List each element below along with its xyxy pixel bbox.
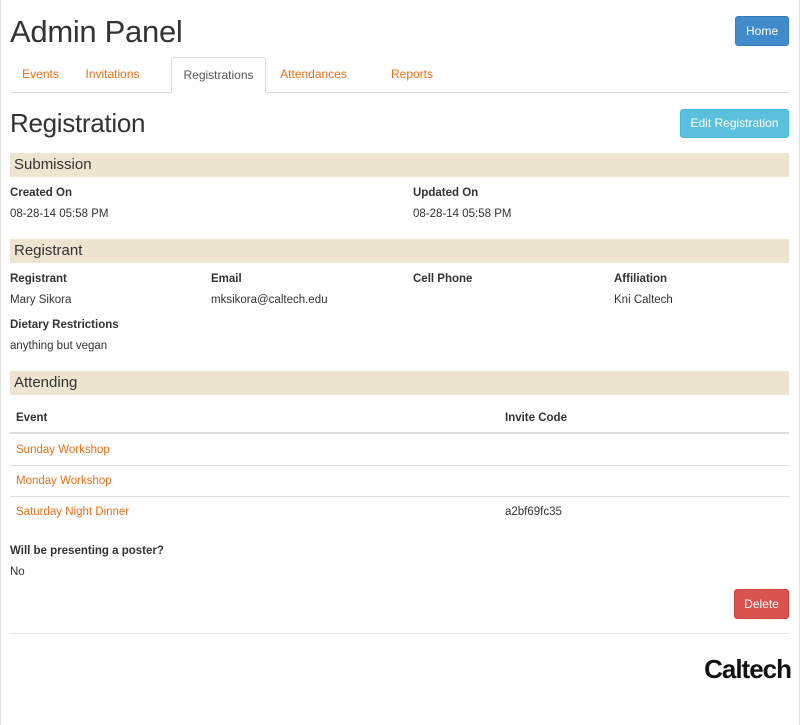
edit-registration-button[interactable]: Edit Registration — [680, 109, 789, 138]
invite-code-column-header: Invite Code — [505, 412, 567, 424]
page-title: Admin Panel — [10, 14, 183, 49]
affiliation-value: Kni Caltech — [614, 294, 673, 306]
tab-attendances[interactable]: Attendances — [270, 57, 357, 93]
nav-tabs: Events Invitations Registrations Attenda… — [10, 57, 789, 93]
dietary-label: Dietary Restrictions — [10, 319, 119, 331]
invite-code: a2bf69fc35 — [505, 506, 562, 518]
caltech-logo: Caltech — [704, 654, 792, 684]
event-link[interactable]: Monday Workshop — [16, 475, 112, 487]
registrant-name-label: Registrant — [10, 273, 67, 285]
event-column-header: Event — [16, 412, 48, 424]
table-row: Sunday Workshop — [10, 435, 789, 466]
created-on-label: Created On — [10, 187, 72, 199]
tab-invitations[interactable]: Invitations — [72, 57, 153, 93]
email-label: Email — [211, 273, 242, 285]
table-row: Monday Workshop — [10, 466, 789, 497]
delete-button[interactable]: Delete — [734, 589, 789, 619]
registrant-name-value: Mary Sikora — [10, 294, 72, 306]
poster-value: No — [10, 566, 25, 578]
poster-label: Will be presenting a poster? — [10, 545, 164, 557]
footer-divider — [10, 633, 789, 634]
tab-reports[interactable]: Reports — [378, 57, 446, 93]
attending-header: Attending — [10, 371, 789, 395]
event-link[interactable]: Saturday Night Dinner — [16, 506, 129, 518]
registrant-header: Registrant — [10, 239, 789, 263]
event-link[interactable]: Sunday Workshop — [16, 444, 110, 456]
tab-events[interactable]: Events — [10, 57, 71, 93]
updated-on-value: 08-28-14 05:58 PM — [413, 208, 512, 220]
email-value: mksikora@caltech.edu — [211, 294, 328, 306]
updated-on-label: Updated On — [413, 187, 479, 199]
created-on-value: 08-28-14 05:58 PM — [10, 208, 109, 220]
cell-phone-label: Cell Phone — [413, 273, 473, 285]
affiliation-label: Affiliation — [614, 273, 668, 285]
home-button[interactable]: Home — [735, 16, 789, 46]
tab-registrations[interactable]: Registrations — [171, 57, 266, 93]
submission-header: Submission — [10, 153, 789, 177]
table-header-row: Event Invite Code — [10, 404, 789, 434]
registration-heading: Registration — [10, 108, 146, 138]
dietary-value: anything but vegan — [10, 340, 108, 352]
table-row: Saturday Night Dinner a2bf69fc35 — [10, 497, 789, 528]
